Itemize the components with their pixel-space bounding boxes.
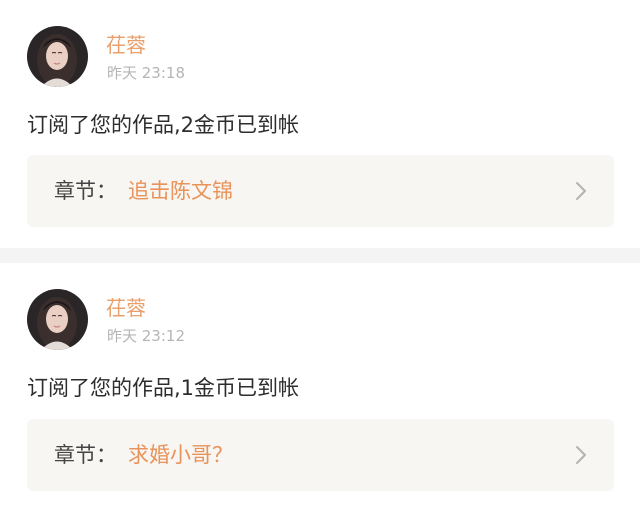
user-avatar-icon[interactable] — [27, 26, 88, 87]
notification-card: 茌蓉 昨天 23:12 订阅了您的作品,1金币已到帐 章节： 求婚小哥？ — [0, 263, 640, 514]
notification-message: 订阅了您的作品,2金币已到帐 — [27, 113, 300, 137]
chapter-label: 章节： — [54, 443, 117, 467]
chapter-link[interactable]: 章节： 追击陈文锦 — [27, 155, 614, 227]
chapter-title: 求婚小哥？ — [128, 443, 233, 467]
chevron-right-icon — [576, 182, 586, 200]
avatar-portrait-icon — [27, 289, 88, 350]
chapter-label: 章节： — [54, 179, 117, 203]
chapter-link[interactable]: 章节： 求婚小哥？ — [27, 419, 614, 491]
timestamp: 昨天 23:12 — [107, 327, 185, 345]
username-link[interactable]: 茌蓉 — [106, 33, 146, 57]
chevron-right-icon — [576, 446, 586, 464]
avatar-portrait-icon — [27, 26, 88, 87]
notification-feed: 茌蓉 昨天 23:18 订阅了您的作品,2金币已到帐 章节： 追击陈文锦 茌蓉 … — [0, 0, 640, 514]
notification-message: 订阅了您的作品,1金币已到帐 — [27, 376, 300, 400]
username-link[interactable]: 茌蓉 — [106, 296, 146, 320]
user-avatar-icon[interactable] — [27, 289, 88, 350]
timestamp: 昨天 23:18 — [107, 64, 185, 82]
chapter-title: 追击陈文锦 — [128, 179, 233, 203]
notification-card: 茌蓉 昨天 23:18 订阅了您的作品,2金币已到帐 章节： 追击陈文锦 — [0, 0, 640, 248]
